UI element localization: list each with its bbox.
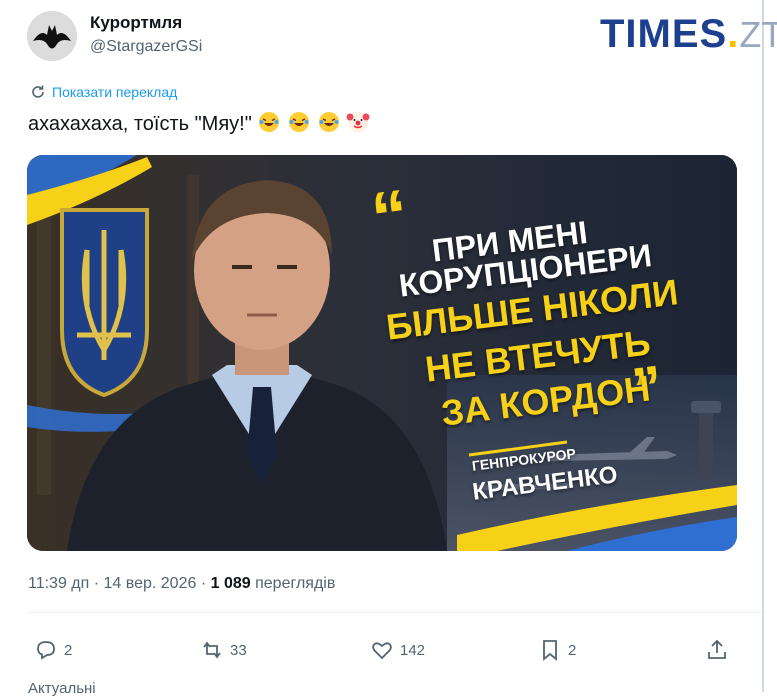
bookmark-icon <box>543 640 557 661</box>
laughing-emoji-icon <box>287 112 317 135</box>
tweet-time[interactable]: 11:39 дп <box>28 575 89 592</box>
clown-emoji-icon <box>346 112 370 135</box>
views-count: 1 089 <box>210 575 251 592</box>
tweet-media-image[interactable]: “ ” ПРИ МЕНІ КОРУПЦІОНЕРИ БІЛЬШЕ НІКОЛИ … <box>27 155 737 551</box>
divider <box>27 612 762 613</box>
times-zt-logo: TIMES.ZT <box>600 12 777 57</box>
window-edge <box>762 0 764 692</box>
display-name[interactable]: Курортмля <box>90 13 182 33</box>
show-translation-link[interactable]: Показати переклад <box>30 84 177 100</box>
repost-count: 33 <box>230 641 247 659</box>
tweet-date[interactable]: 14 вер. 2026 <box>104 575 197 592</box>
reply-button[interactable]: 2 <box>34 638 72 662</box>
meta-separator: · <box>200 575 211 592</box>
laughing-emoji-icon <box>317 112 347 135</box>
share-button[interactable] <box>705 638 729 662</box>
tweet-text: ахахахаха, тоїсть "Мяу!" <box>28 110 370 136</box>
like-button[interactable]: 142 <box>370 638 425 662</box>
meta-separator: · <box>93 575 104 592</box>
like-count: 142 <box>400 641 426 659</box>
repost-icon <box>203 641 221 659</box>
logo-brand: TIMES <box>600 12 728 56</box>
tweet-body: ахахахаха, тоїсть "Мяу!" <box>28 113 252 135</box>
logo-dot: . <box>727 12 740 56</box>
laughing-emoji-icon <box>257 112 287 135</box>
tweet-meta: 11:39 дп · 14 вер. 2026 · 1 089 перегляд… <box>28 575 335 593</box>
heart-icon <box>372 642 392 660</box>
reply-count: 2 <box>64 641 73 659</box>
translate-label[interactable]: Показати переклад <box>52 84 177 100</box>
user-handle[interactable]: @StargazerGSi <box>90 38 202 56</box>
repost-button[interactable]: 33 <box>200 638 247 662</box>
views-label: переглядів <box>255 575 336 592</box>
logo-suffix: ZT <box>739 14 777 55</box>
reply-icon <box>37 641 55 660</box>
share-icon <box>708 639 726 659</box>
batman-silhouette-icon <box>27 11 77 61</box>
bookmark-count: 2 <box>568 641 577 659</box>
relevant-replies-label: Актуальні <box>28 680 96 697</box>
translate-refresh-icon <box>32 85 44 98</box>
bookmark-button[interactable]: 2 <box>538 638 576 662</box>
avatar[interactable] <box>27 11 77 61</box>
